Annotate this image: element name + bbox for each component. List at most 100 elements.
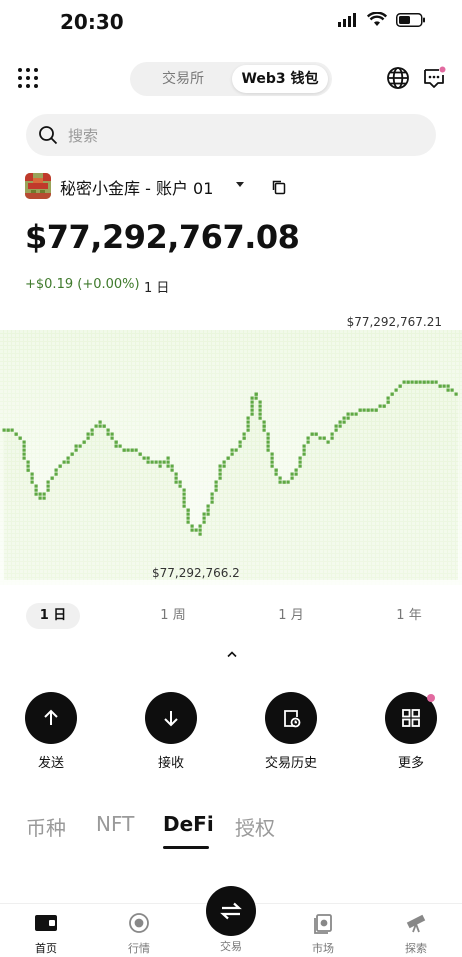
message-icon[interactable]: [422, 66, 446, 90]
status-icons: [338, 12, 426, 27]
pnl-period: 1 日: [144, 281, 170, 296]
nav-home[interactable]: 首页: [11, 912, 81, 956]
chart-point: [114, 440, 118, 444]
chart-point: [70, 452, 74, 456]
more-button[interactable]: 更多: [366, 692, 456, 771]
chart-point: [314, 432, 318, 436]
chart-point: [198, 524, 202, 528]
account-name[interactable]: 秘密小金库 - 账户 01: [60, 175, 213, 199]
chart-point: [110, 432, 114, 436]
chart-point: [118, 444, 122, 448]
chart-point: [58, 464, 62, 468]
chart-point: [270, 456, 274, 460]
chart-point: [298, 456, 302, 460]
avatar[interactable]: [25, 173, 51, 199]
marketplace-icon: [314, 914, 332, 934]
chart-point: [414, 380, 418, 384]
chart-point: [358, 408, 362, 412]
chart-point: [226, 456, 230, 460]
history-button[interactable]: 交易历史: [246, 692, 336, 771]
chart-point: [250, 412, 254, 416]
chart-point: [270, 460, 274, 464]
chart-point: [210, 496, 214, 500]
chart-point: [250, 408, 254, 412]
chart-point: [218, 476, 222, 480]
tab-nft[interactable]: NFT: [96, 812, 134, 836]
copy-icon[interactable]: [271, 179, 287, 195]
chart-point: [394, 388, 398, 392]
chart-point: [14, 432, 18, 436]
period-1w[interactable]: 1 周: [146, 603, 200, 629]
chart-point: [374, 408, 378, 412]
chart-high-label: $77,292,767.21: [346, 315, 442, 329]
search-bar: [26, 114, 436, 158]
chart-point: [434, 380, 438, 384]
chart-point: [318, 436, 322, 440]
balance-chart[interactable]: [0, 310, 462, 590]
chart-point: [382, 404, 386, 408]
chart-point: [22, 440, 26, 444]
receive-button[interactable]: 接收: [126, 692, 216, 771]
apps-grid-icon: [402, 709, 420, 727]
chart-point: [386, 400, 390, 404]
nav-explore[interactable]: 探索: [381, 912, 451, 956]
app-grid-icon[interactable]: [17, 67, 39, 89]
receive-label: 接收: [157, 756, 184, 771]
chart-point: [338, 420, 342, 424]
chart-point: [218, 472, 222, 476]
period-1d[interactable]: 1 日: [26, 603, 80, 629]
chart-point: [294, 468, 298, 472]
chevron-up-icon[interactable]: [226, 650, 238, 658]
chart-point: [362, 408, 366, 412]
period-1y[interactable]: 1 年: [382, 603, 436, 629]
chart-point: [186, 520, 190, 524]
chart-point: [310, 432, 314, 436]
nav-market[interactable]: 行情: [104, 912, 174, 956]
battery-icon: [396, 12, 425, 27]
period-1m[interactable]: 1 月: [264, 603, 318, 629]
globe-icon[interactable]: [386, 66, 410, 90]
tab-exchange[interactable]: 交易所: [138, 65, 228, 93]
chart-point: [214, 488, 218, 492]
telescope-icon: [406, 914, 426, 933]
search-input[interactable]: [66, 114, 410, 158]
chart-point: [102, 424, 106, 428]
chart-point: [250, 400, 254, 404]
chart-point: [378, 404, 382, 408]
chart-point: [46, 488, 50, 492]
send-button[interactable]: 发送: [6, 692, 96, 771]
chart-point: [306, 440, 310, 444]
chart-point: [78, 444, 82, 448]
tab-defi[interactable]: DeFi: [163, 812, 214, 836]
chart-point: [330, 432, 334, 436]
pnl-change: +$0.19 (+0.00%): [25, 277, 140, 292]
active-tab-indicator: [163, 846, 209, 849]
tab-web3-wallet[interactable]: Web3 钱包: [232, 65, 328, 93]
nav-trade[interactable]: 交易: [196, 938, 266, 954]
chart-point: [294, 472, 298, 476]
tab-approvals[interactable]: 授权: [235, 812, 275, 841]
chevron-down-icon[interactable]: [236, 182, 244, 187]
chart-point: [186, 508, 190, 512]
chart-point: [66, 456, 70, 460]
chart-point: [398, 384, 402, 388]
chart-point: [258, 408, 262, 412]
chart-point: [10, 428, 14, 432]
chart-point: [298, 460, 302, 464]
nav-marketplace[interactable]: 市场: [288, 912, 358, 956]
chart-point: [30, 472, 34, 476]
chart-point: [38, 496, 42, 500]
chart-point: [174, 480, 178, 484]
chart-point: [110, 436, 114, 440]
chart-point: [274, 472, 278, 476]
tab-tokens[interactable]: 币种: [26, 812, 66, 841]
chart-point: [26, 468, 30, 472]
chart-point: [106, 428, 110, 432]
chart-point: [246, 428, 250, 432]
trade-button[interactable]: [206, 886, 256, 936]
chart-point: [6, 428, 10, 432]
chart-point: [242, 432, 246, 436]
chart-point: [326, 440, 330, 444]
notification-dot: [427, 694, 435, 702]
chart-point: [90, 428, 94, 432]
